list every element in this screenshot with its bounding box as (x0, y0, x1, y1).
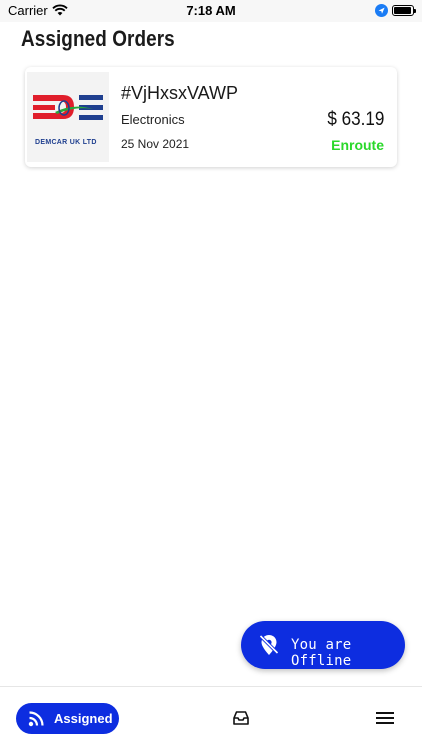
location-off-icon (259, 634, 279, 661)
battery-icon (392, 5, 416, 16)
order-status: Enroute (331, 137, 384, 153)
nav-tab-assigned[interactable]: Assigned (16, 703, 119, 734)
order-price: $ 63.19 (326, 109, 384, 130)
inbox-tray-icon (233, 711, 249, 725)
nav-tab-menu[interactable] (376, 711, 394, 725)
logo-caption: DEMCAR UK LTD (35, 139, 97, 146)
location-arrow-icon (375, 4, 388, 22)
bottom-nav: Assigned (0, 686, 422, 750)
rss-feed-icon (28, 710, 46, 732)
order-category: Electronics (121, 112, 185, 127)
hamburger-menu-icon (376, 712, 394, 724)
status-bar: Carrier 7:18 AM (0, 0, 422, 22)
nav-tab-assigned-label: Assigned (54, 711, 113, 726)
offline-label: You are Offline (291, 637, 352, 669)
company-logo: DEMCAR UK LTD (27, 72, 109, 162)
page-title: Assigned Orders (21, 26, 175, 51)
order-card[interactable]: DEMCAR UK LTD #VjHxsxVAWP Electronics 25… (25, 67, 397, 167)
nav-tab-inbox[interactable] (232, 709, 250, 727)
status-time: 7:18 AM (186, 3, 236, 18)
order-id: #VjHxsxVAWP (121, 83, 239, 103)
order-date: 25 Nov 2021 (121, 137, 190, 151)
offline-toggle-button[interactable]: You are Offline (241, 621, 405, 669)
